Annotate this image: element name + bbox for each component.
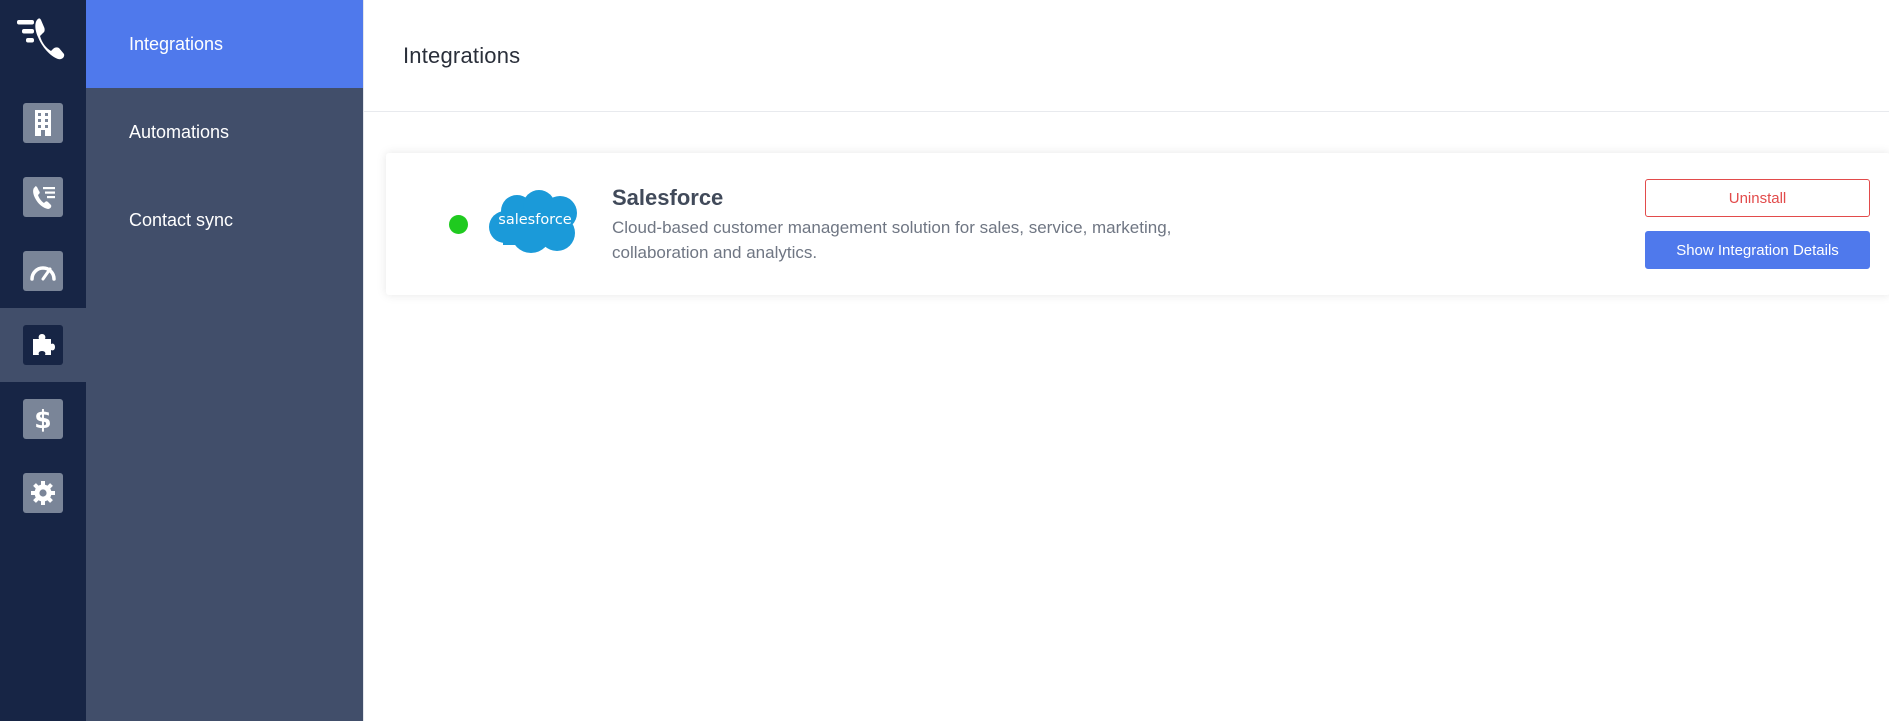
speedometer-icon (23, 251, 63, 291)
integration-card: salesforce Salesforce Cloud-based custom… (386, 153, 1889, 295)
icon-rail: $ (0, 0, 86, 721)
subnav-item-automations[interactable]: Automations (86, 88, 363, 176)
page-header: Integrations (364, 0, 1889, 112)
subnav-item-integrations[interactable]: Integrations (86, 0, 363, 88)
building-icon (23, 103, 63, 143)
subnav-item-contact-sync[interactable]: Contact sync (86, 176, 363, 264)
svg-text:salesforce: salesforce (498, 212, 572, 228)
integration-name: Salesforce (612, 185, 724, 210)
status-indicator (449, 215, 468, 234)
phone-call-logo-icon[interactable] (17, 16, 67, 62)
puzzle-piece-icon (23, 325, 63, 365)
uninstall-button[interactable]: Uninstall (1645, 179, 1870, 217)
salesforce-logo: salesforce (485, 189, 581, 257)
dollar-icon: $ (23, 399, 63, 439)
secondary-nav: Integrations Automations Contact sync (86, 0, 363, 721)
call-queue-icon (23, 177, 63, 217)
page-title: Integrations (403, 42, 521, 68)
rail-item-company[interactable] (0, 86, 86, 160)
main-content: Integrations salesforce Salesforce Cloud… (363, 0, 1889, 721)
rail-item-integrations[interactable] (0, 308, 86, 382)
rail-item-billing[interactable]: $ (0, 382, 86, 456)
rail-item-settings[interactable] (0, 456, 86, 530)
gear-icon (23, 473, 63, 513)
rail-item-calls[interactable] (0, 160, 86, 234)
show-integration-details-button[interactable]: Show Integration Details (1645, 231, 1870, 269)
rail-item-dashboard[interactable] (0, 234, 86, 308)
svg-text:$: $ (34, 405, 51, 433)
integration-description: Cloud-based customer management solution… (612, 218, 1172, 262)
